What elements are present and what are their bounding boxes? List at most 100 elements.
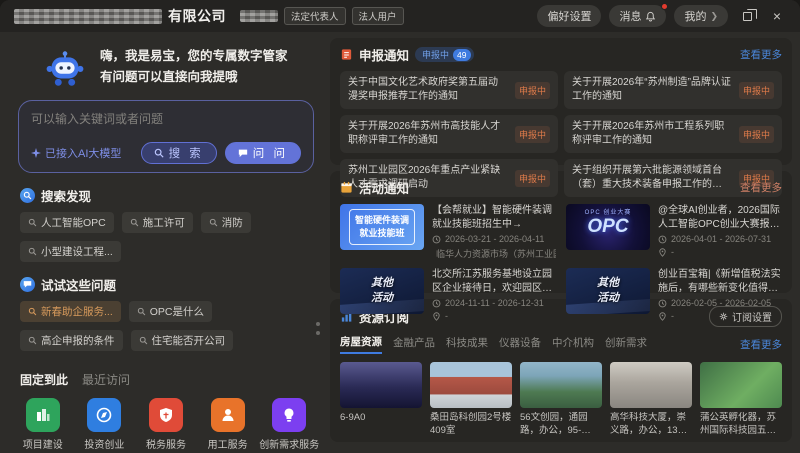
property-card[interactable]: 6-9A0 [340, 362, 422, 438]
tab-instruments[interactable]: 仪器设备 [499, 335, 541, 353]
question-chip[interactable]: OPC是什么 [129, 301, 212, 322]
titlebar: 有限公司 法定代表人 法人用户 偏好设置 消息 我的 ❯ × [0, 0, 800, 32]
property-photo [430, 362, 512, 408]
question-chip[interactable]: 新春助企服务... [20, 301, 121, 322]
chat-icon [238, 148, 248, 158]
activity-item[interactable]: 智能硬件装调就业技能班 【会帮就业】智能硬件装调就业技能班招生中→ 2026-0… [340, 204, 556, 260]
redacted-company-name [14, 9, 162, 24]
greeting-line2: 有问题可以直接向我提哦 [100, 67, 288, 88]
search-icon [28, 247, 37, 256]
property-card[interactable]: 蒲公英孵化器，苏州国际科技园五期，… [700, 362, 782, 438]
ai-model-note: 已接入AI大模型 [31, 145, 121, 161]
location-pin-icon [658, 312, 667, 321]
messages-button[interactable]: 消息 [609, 5, 666, 27]
legal-rep-badge: 法定代表人 [284, 7, 346, 25]
clock-icon [432, 235, 441, 244]
preferences-label: 偏好设置 [547, 8, 591, 24]
resource-tabs: 房屋资源 金融产品 科技成果 仪器设备 中介机构 创新需求 查看更多 [340, 334, 782, 354]
legal-user-badge: 法人用户 [352, 7, 404, 25]
ask-button[interactable]: 问 问 [225, 142, 301, 164]
discover-chip[interactable]: 小型建设工程... [20, 241, 121, 262]
notice-item[interactable]: 关于开展2026年苏州市工程系列职称评审工作的通知申报中 [564, 115, 782, 153]
search-icon [137, 307, 146, 316]
property-card[interactable]: 高华科技大厦，崇义路，办公，1340㎡ [610, 362, 692, 438]
question-input[interactable] [31, 112, 301, 126]
status-badge: 申报中 [739, 82, 774, 99]
tab-housing[interactable]: 房屋资源 [340, 334, 382, 354]
tab-intermediary[interactable]: 中介机构 [552, 335, 594, 353]
discover-icon [20, 188, 35, 203]
search-icon [154, 148, 164, 158]
my-label: 我的 [684, 8, 706, 24]
search-icon [28, 336, 37, 345]
resource-subscription-section: 资源订阅 订阅设置 房屋资源 金融产品 科技成果 仪器设备 中介机构 创新需求 … [330, 299, 792, 442]
status-badge: 申报中 [739, 126, 774, 143]
declaration-notices-section: 申报通知 申报中49 查看更多 关于中国文化艺术政府奖第五届动漫奖申报推荐工作的… [330, 38, 792, 165]
search-icon [28, 218, 37, 227]
app-innovation-demand[interactable]: 创新需求服务 [258, 398, 320, 451]
discover-chip[interactable]: 人工智能OPC [20, 212, 114, 233]
close-window-button[interactable]: × [766, 5, 788, 27]
app-project-construction[interactable]: 项目建设 [12, 398, 74, 451]
calendar-icon [340, 181, 353, 194]
property-photo [520, 362, 602, 408]
assistant-panel: 嗨，我是易宝，您的专属数字管家 有问题可以直接向我提哦 已接入AI大模型 搜 索 [8, 36, 324, 453]
tab-recent[interactable]: 最近访问 [82, 371, 130, 388]
clock-icon [658, 299, 667, 308]
discover-chips: 人工智能OPC 施工许可 消防 小型建设工程... [20, 212, 312, 262]
quick-apps-tabs: 固定到此 最近访问 [20, 371, 312, 388]
question-chip[interactable]: 高企申报的条件 [20, 330, 123, 351]
shield-icon [149, 398, 183, 432]
discover-chip[interactable]: 施工许可 [122, 212, 193, 233]
status-badge: 申报中 [515, 82, 550, 99]
app-tax-service[interactable]: 税务服务 [135, 398, 197, 451]
activity-thumbnail: OPC 创业大赛 OPC [566, 204, 650, 250]
activity-thumbnail: 智能硬件装调就业技能班 [340, 204, 424, 250]
question-chips: 新春助企服务... OPC是什么 高企申报的条件 住宅能否开公司 [20, 301, 312, 351]
preferences-button[interactable]: 偏好设置 [537, 5, 601, 27]
resources-more-link[interactable]: 查看更多 [740, 337, 782, 352]
location-pin-icon [658, 248, 667, 257]
declaring-count-badge: 申报中49 [415, 47, 473, 62]
activity-item[interactable]: OPC 创业大赛 OPC @全球AI创业者，2026国际人工智能OPC创业大赛报… [566, 204, 782, 260]
clock-icon [432, 299, 441, 308]
activities-title: 活动通知 [359, 178, 409, 197]
search-icon [28, 307, 37, 316]
my-menu-button[interactable]: 我的 ❯ [674, 5, 728, 27]
activities-more-link[interactable]: 查看更多 [740, 180, 782, 195]
tab-finance[interactable]: 金融产品 [393, 335, 435, 353]
property-photo [700, 362, 782, 408]
search-icon [209, 218, 218, 227]
app-invest-startup[interactable]: 投资创业 [74, 398, 136, 451]
search-icon [130, 218, 139, 227]
tab-pinned[interactable]: 固定到此 [20, 371, 68, 388]
tab-innovation-demand[interactable]: 创新需求 [605, 335, 647, 353]
property-cards: 6-9A0 桑田岛科创园2号楼409室 56文创园，通园路，办公，95-1800… [340, 362, 782, 438]
status-badge: 申报中 [515, 170, 550, 187]
notice-item[interactable]: 关于开展2026年“苏州制造”品牌认证工作的通知申报中 [564, 71, 782, 109]
question-chip[interactable]: 住宅能否开公司 [131, 330, 234, 351]
questions-title: 试试这些问题 [41, 275, 116, 294]
status-badge: 申报中 [515, 126, 550, 143]
notices-title: 申报通知 [359, 45, 409, 64]
property-card[interactable]: 56文创园，通园路，办公，95-1800㎡ [520, 362, 602, 438]
notice-item[interactable]: 关于中国文化艺术政府奖第五届动漫奖申报推荐工作的通知申报中 [340, 71, 558, 109]
restore-icon [743, 12, 752, 21]
discover-chip[interactable]: 消防 [201, 212, 251, 233]
app-labor-service[interactable]: 用工服务 [197, 398, 259, 451]
bell-icon [645, 11, 656, 22]
restore-window-button[interactable] [736, 5, 758, 27]
notices-more-link[interactable]: 查看更多 [740, 47, 782, 62]
activity-item[interactable]: 其他活动 北交所江苏服务基地设立园区企业接待日，欢迎园区企业来访来询！ 2024… [340, 268, 556, 321]
subscription-settings-button[interactable]: 订阅设置 [709, 306, 782, 327]
search-icon [139, 336, 148, 345]
tab-tech-results[interactable]: 科技成果 [446, 335, 488, 353]
property-card[interactable]: 桑田岛科创园2号楼409室 [430, 362, 512, 438]
scroll-indicator [316, 322, 320, 335]
quick-apps-grid: 项目建设 投资创业 税务服务 用工服务 创新需求服务 载体资源 办事服务 [12, 398, 320, 453]
lightbulb-icon [272, 398, 306, 432]
search-button[interactable]: 搜 索 [141, 142, 217, 164]
app-window: 有限公司 法定代表人 法人用户 偏好设置 消息 我的 ❯ × [0, 0, 800, 453]
notice-item[interactable]: 关于开展2026年苏州市高技能人才职称评审工作的通知申报中 [340, 115, 558, 153]
compass-icon [87, 398, 121, 432]
